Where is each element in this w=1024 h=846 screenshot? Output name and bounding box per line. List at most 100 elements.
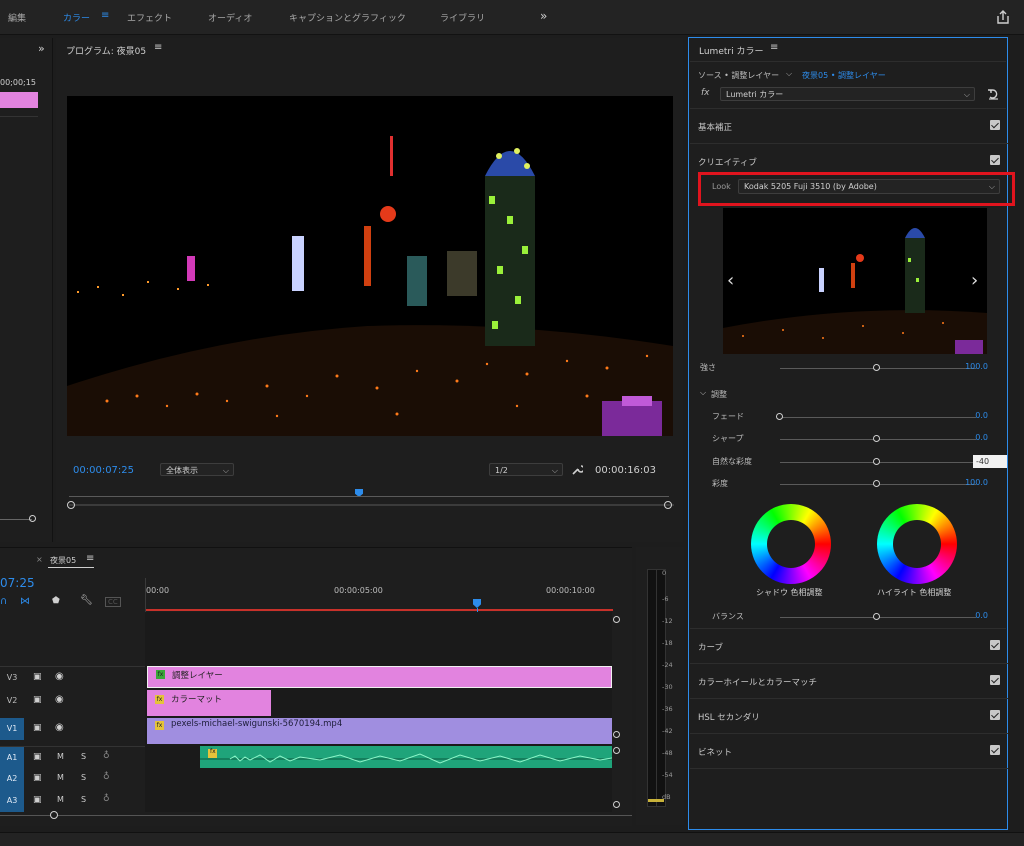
sync-lock-icon[interactable]: ▣ <box>33 672 42 682</box>
sync-lock-icon[interactable]: ▣ <box>33 695 42 705</box>
section-enable-checkbox[interactable] <box>990 640 1000 650</box>
next-look-icon[interactable]: › <box>971 270 978 291</box>
balance-slider[interactable]: バランス 0.0 <box>690 610 1008 624</box>
add-marker-icon[interactable]: ⬟ <box>52 596 60 606</box>
work-area-bar[interactable] <box>146 609 613 611</box>
fade-slider[interactable]: フェード 0.0 <box>690 410 1008 424</box>
vscroll-handle[interactable] <box>613 747 620 754</box>
section-enable-checkbox[interactable] <box>990 120 1000 130</box>
program-time-ruler[interactable] <box>69 504 674 506</box>
section-enable-checkbox[interactable] <box>990 710 1000 720</box>
saturation-slider[interactable]: 彩度 100.0 <box>690 477 1008 491</box>
section-vignette[interactable]: ビネット <box>690 734 1008 769</box>
mute-button[interactable]: M <box>57 773 64 782</box>
timeline-tab[interactable]: 夜景05 <box>50 555 76 566</box>
linked-selection-icon[interactable]: ⋈ <box>20 596 30 607</box>
microphone-icon[interactable]: ♁ <box>103 794 110 804</box>
sync-lock-icon[interactable]: ▣ <box>33 795 42 805</box>
slider-knob[interactable] <box>873 435 880 442</box>
slider-knob[interactable] <box>776 413 783 420</box>
slider-knob[interactable] <box>873 458 880 465</box>
clip-adjustment-layer[interactable]: fx 調整レイヤー <box>147 666 612 688</box>
eye-icon[interactable]: ◉ <box>55 671 64 682</box>
mute-button[interactable]: M <box>57 795 64 804</box>
clip-audio-a1[interactable] <box>200 746 612 768</box>
shadow-tint-wheel[interactable] <box>751 504 831 584</box>
microphone-icon[interactable]: ♁ <box>103 772 110 782</box>
workspace-tab-color[interactable]: カラー <box>63 11 90 24</box>
source-scrollbar[interactable] <box>0 519 32 520</box>
track-label[interactable]: A1 <box>0 747 24 769</box>
mute-button[interactable]: M <box>57 752 64 761</box>
close-tab-icon[interactable]: × <box>36 555 43 564</box>
section-curves[interactable]: カーブ <box>690 629 1008 664</box>
slider-knob[interactable] <box>873 613 880 620</box>
vibrance-value-input[interactable]: -40 <box>973 455 1007 468</box>
track-label[interactable]: A3 <box>0 790 24 812</box>
program-zoom-bar[interactable] <box>69 496 669 497</box>
clip-video-v1[interactable]: fx pexels-michael-swigunski-5670194.mp4 <box>147 718 612 744</box>
highlight-tint-wheel[interactable] <box>877 504 957 584</box>
workspace-menu-icon[interactable]: ≡ <box>101 10 109 21</box>
slider-knob[interactable] <box>873 480 880 487</box>
hscroll-handle[interactable] <box>50 811 58 819</box>
lumetri-source-clip[interactable]: ソース • 調整レイヤー <box>698 70 779 81</box>
chevron-down-icon[interactable]: ⌵ <box>700 388 706 398</box>
solo-button[interactable]: S <box>81 752 86 761</box>
intensity-slider[interactable]: 強さ 100.0 <box>690 361 1008 375</box>
slider-track[interactable] <box>780 417 976 418</box>
solo-button[interactable]: S <box>81 773 86 782</box>
panel-menu-icon[interactable]: ≡ <box>86 553 94 564</box>
track-label[interactable]: V1 <box>0 718 24 740</box>
section-enable-checkbox[interactable] <box>990 675 1000 685</box>
previous-look-icon[interactable]: ‹ <box>727 270 734 291</box>
slider-value[interactable]: 0.0 <box>975 433 988 442</box>
section-color-wheels[interactable]: カラーホイールとカラーマッチ <box>690 664 1008 699</box>
solo-button[interactable]: S <box>81 795 86 804</box>
microphone-icon[interactable]: ♁ <box>103 751 110 761</box>
lumetri-target-clip[interactable]: 夜景05 • 調整レイヤー <box>802 70 886 81</box>
wrench-icon[interactable]: 🔧︎ <box>80 595 93 606</box>
workspace-tab-edit[interactable]: 編集 <box>8 11 26 24</box>
section-hsl-secondary[interactable]: HSL セカンダリ <box>690 699 1008 734</box>
panel-menu-icon[interactable]: ≡ <box>770 42 778 53</box>
look-preview-thumbnail[interactable] <box>723 208 987 354</box>
track-label[interactable]: V2 <box>0 690 24 712</box>
workspace-tab-audio[interactable]: オーディオ <box>208 11 252 24</box>
vibrance-slider[interactable]: 自然な彩度 -40 <box>690 455 1008 469</box>
time-ruler[interactable]: 00:00 00:00:05:00 00:00:10:00 <box>145 578 613 612</box>
zoom-start-handle[interactable] <box>67 501 75 509</box>
workspace-tab-graphics[interactable]: キャプションとグラフィック <box>289 11 406 24</box>
hscroll-bar[interactable] <box>0 815 632 816</box>
captions-icon[interactable]: CC <box>105 597 121 607</box>
vscroll-handle[interactable] <box>613 616 620 623</box>
sharpen-slider[interactable]: シャープ 0.0 <box>690 432 1008 446</box>
panel-menu-icon[interactable]: ≡ <box>154 42 162 53</box>
resolution-select[interactable]: 1/2 ⌵ <box>489 463 563 476</box>
timeline-timecode[interactable]: 07:25 <box>0 576 35 590</box>
slider-value[interactable]: 0.0 <box>975 411 988 420</box>
share-icon[interactable] <box>994 8 1012 26</box>
section-basic-correction[interactable]: 基本補正 <box>690 109 1008 144</box>
chevron-down-icon[interactable]: ⌵ <box>786 69 792 79</box>
effect-select[interactable]: Lumetri カラー ⌵ <box>720 87 975 101</box>
program-timecode[interactable]: 00:00:07:25 <box>73 465 134 476</box>
slider-knob[interactable] <box>873 364 880 371</box>
snap-icon[interactable]: ∩ <box>0 596 7 607</box>
more-workspaces-icon[interactable]: » <box>540 9 547 23</box>
panel-expand-icon[interactable]: » <box>38 42 45 55</box>
wrench-icon[interactable] <box>571 464 583 476</box>
video-frame[interactable] <box>67 96 673 436</box>
sync-lock-icon[interactable]: ▣ <box>33 752 42 762</box>
workspace-tab-libraries[interactable]: ライブラリ <box>440 11 485 24</box>
source-zoom-handle[interactable] <box>29 515 36 522</box>
section-enable-checkbox[interactable] <box>990 745 1000 755</box>
reset-icon[interactable] <box>987 88 1000 100</box>
workspace-tab-effects[interactable]: エフェクト <box>127 11 172 24</box>
clip-color-matte[interactable]: fx カラーマット <box>147 690 271 716</box>
slider-value[interactable]: 0.0 <box>975 611 988 620</box>
slider-value[interactable]: 100.0 <box>965 478 988 487</box>
adjust-label[interactable]: 調整 <box>711 389 727 400</box>
track-label[interactable]: A2 <box>0 768 24 790</box>
look-select[interactable]: Kodak 5205 Fuji 3510 (by Adobe) ⌵ <box>738 179 1000 194</box>
